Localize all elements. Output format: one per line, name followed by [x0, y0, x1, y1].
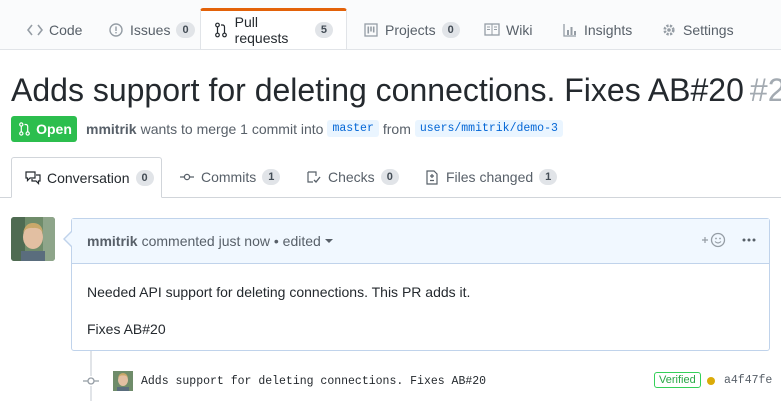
pr-author-link[interactable]: mmitrik: [86, 121, 137, 137]
issues-counter: 0: [176, 21, 195, 38]
comment-action: commented: [141, 233, 215, 249]
pr-title-text: Adds support for deleting connections. F…: [11, 72, 744, 108]
tab-settings[interactable]: Settings: [661, 10, 734, 49]
pr-meta: mmitrik wants to merge 1 commit into mas…: [86, 120, 563, 137]
tab-insights[interactable]: Insights: [562, 10, 632, 49]
tab-projects[interactable]: Projects 0: [363, 10, 460, 49]
tab-label: Issues: [130, 21, 171, 38]
repo-nav: Code Issues 0 Pull requests 5 Projects 0…: [0, 0, 781, 50]
tab-label: Wiki: [506, 21, 533, 38]
issue-icon: [108, 22, 124, 38]
checks-counter: 0: [380, 169, 399, 185]
commit-author-avatar[interactable]: [113, 371, 133, 391]
comment-discussion-icon: [25, 170, 41, 186]
tab-commits[interactable]: Commits 1: [179, 157, 281, 197]
tab-label: Files changed: [446, 169, 534, 185]
commit-message-link[interactable]: Adds support for deleting connections. F…: [141, 375, 486, 388]
git-commit-icon: [83, 373, 99, 389]
merge-text: wants to merge 1 commit into: [140, 120, 324, 137]
head-branch[interactable]: users/mmitrik/demo-3: [414, 120, 563, 137]
comment-caret-inner: [65, 232, 72, 246]
comment-author[interactable]: mmitrik: [87, 233, 138, 249]
graph-icon: [562, 22, 578, 38]
comment-body: Needed API support for deleting connecti…: [72, 264, 769, 338]
projects-counter: 0: [441, 21, 460, 38]
commits-counter: 1: [262, 169, 281, 185]
tab-wiki[interactable]: Wiki: [484, 10, 532, 49]
triangle-down-icon[interactable]: [321, 233, 337, 249]
files-changed-counter: 1: [539, 169, 558, 185]
avatar[interactable]: [11, 217, 55, 261]
comment-actions: [701, 232, 757, 248]
verified-badge[interactable]: Verified: [654, 372, 701, 388]
commit-sha-link[interactable]: a4f47fe: [724, 374, 772, 387]
timeline-commit: Adds support for deleting connections. F…: [83, 368, 773, 394]
pr-title: Adds support for deleting connections. F…: [11, 70, 781, 110]
conversation-counter: 0: [135, 169, 154, 186]
gear-icon: [661, 22, 677, 38]
checklist-icon: [306, 169, 322, 185]
git-commit-icon: [179, 169, 195, 185]
tab-label: Pull requests: [234, 14, 289, 46]
tab-label: Insights: [584, 21, 633, 38]
comment-time[interactable]: just now: [219, 233, 270, 249]
tab-label: Conversation: [47, 169, 130, 186]
base-branch[interactable]: master: [327, 120, 379, 137]
comment-header: mmitrik commented just now • edited: [72, 219, 769, 264]
kebab-horizontal-icon[interactable]: [741, 232, 757, 248]
project-icon: [363, 22, 379, 38]
edited-dropdown[interactable]: • edited: [274, 233, 321, 249]
tab-label: Projects: [385, 21, 436, 38]
tab-files-changed[interactable]: Files changed 1: [424, 157, 558, 197]
status-pending-icon[interactable]: [707, 377, 715, 385]
tab-checks[interactable]: Checks 0: [306, 157, 399, 197]
file-diff-icon: [424, 169, 440, 185]
add-reaction-icon[interactable]: [701, 232, 727, 248]
tab-label: Settings: [683, 21, 734, 38]
tab-label: Code: [49, 21, 83, 38]
code-icon: [27, 22, 43, 38]
from-text: from: [382, 120, 411, 137]
pr-state-label: Open: [36, 121, 72, 137]
comment-box: mmitrik commented just now • edited Need…: [63, 218, 770, 351]
pull-requests-counter: 5: [314, 22, 333, 38]
book-icon: [484, 22, 500, 38]
tab-label: Commits: [201, 169, 257, 185]
pr-state-badge: Open: [11, 116, 77, 142]
comment-body-line: Fixes AB#20: [87, 321, 166, 337]
tab-issues[interactable]: Issues 0: [108, 10, 195, 49]
tab-code[interactable]: Code: [27, 10, 82, 49]
git-pull-request-icon: [16, 121, 32, 137]
tab-conversation[interactable]: Conversation 0: [11, 157, 162, 198]
pr-tabs: Conversation 0 Commits 1 Checks 0 Files …: [0, 157, 781, 198]
pr-number: #2: [749, 72, 781, 108]
comment-body-line: Needed API support for deleting connecti…: [87, 284, 471, 300]
tab-pull-requests[interactable]: Pull requests 5: [200, 8, 347, 49]
git-pull-request-icon: [214, 22, 229, 38]
tab-label: Checks: [328, 169, 375, 185]
